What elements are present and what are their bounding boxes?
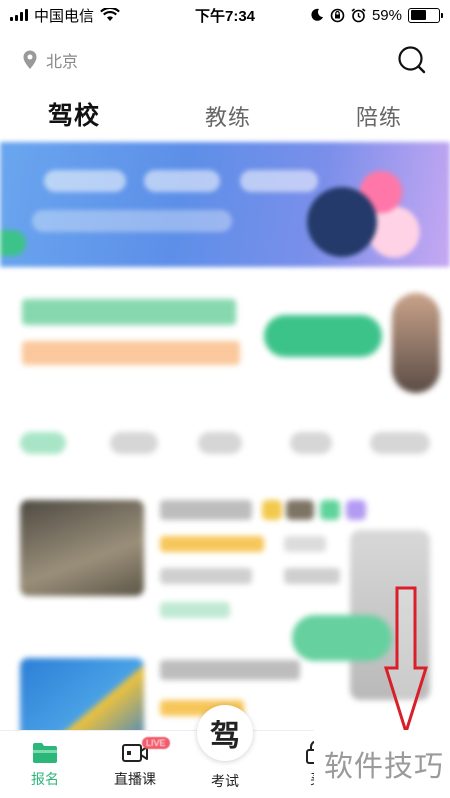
filter-chip[interactable]: [20, 432, 66, 454]
tab-driving-school[interactable]: 驾校: [48, 96, 100, 152]
moon-icon: [311, 8, 323, 21]
filter-chip[interactable]: [198, 432, 242, 454]
live-badge: LIVE: [142, 737, 170, 749]
floating-consult-button[interactable]: [292, 615, 392, 661]
tab-exam-label[interactable]: 考试: [197, 771, 253, 791]
promo-action-button[interactable]: [264, 315, 382, 357]
tab-live-course-label: 直播课: [114, 771, 156, 787]
tab-coach[interactable]: 教练: [205, 100, 251, 140]
filter-bar: [0, 424, 450, 464]
school-thumbnail: [20, 500, 144, 596]
tab-practice[interactable]: 陪练: [356, 100, 402, 140]
wifi-icon: [100, 8, 120, 21]
arrow-down-icon: [383, 586, 429, 734]
tab-live-course[interactable]: LIVE 直播课: [100, 737, 170, 789]
watermark: 软件技巧: [314, 730, 450, 798]
alarm-icon: [351, 7, 366, 22]
promo-banner[interactable]: [0, 142, 450, 267]
tab-enroll[interactable]: 报名: [10, 741, 80, 789]
exam-center-button[interactable]: 驾: [197, 705, 253, 761]
folder-icon: [33, 743, 57, 763]
signal-strength-icon: [10, 9, 28, 21]
rotation-lock-icon: [330, 8, 345, 22]
location-pin-icon[interactable]: [22, 50, 38, 70]
category-tabs: 驾校 教练 陪练: [0, 96, 450, 152]
filter-chip[interactable]: [110, 432, 158, 454]
exam-glyph: 驾: [210, 719, 240, 754]
carrier-name: 中国电信: [34, 7, 95, 25]
filter-chip[interactable]: [290, 432, 332, 454]
location-city[interactable]: 北京: [46, 48, 78, 72]
search-button[interactable]: [396, 44, 428, 76]
location-bar: 北京: [0, 40, 450, 80]
promo-card[interactable]: [0, 275, 450, 405]
tab-enroll-label: 报名: [31, 771, 59, 787]
battery-level: [410, 10, 427, 20]
filter-chip[interactable]: [370, 432, 430, 454]
battery-percent: 59%: [371, 6, 402, 24]
status-bar: 中国电信 下午7:34 59%: [0, 0, 450, 30]
search-icon: [398, 46, 426, 74]
battery-icon: [408, 7, 443, 23]
